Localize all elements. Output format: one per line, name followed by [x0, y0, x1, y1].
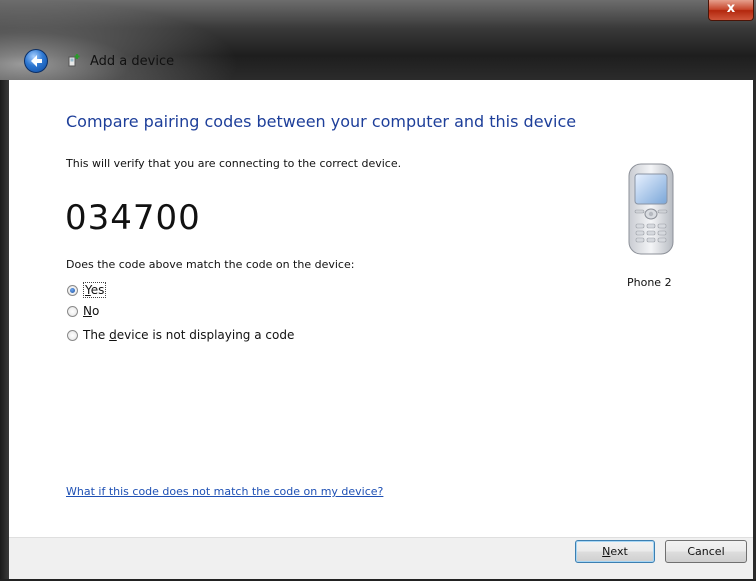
radio-yes[interactable]: Yes [67, 282, 107, 298]
page-heading: Compare pairing codes between your compu… [66, 112, 577, 131]
match-question: Does the code above match the code on th… [66, 258, 355, 271]
add-device-icon [68, 54, 80, 67]
description-text: This will verify that you are connecting… [66, 157, 402, 170]
cancel-button[interactable]: Cancel [665, 540, 747, 563]
pairing-code: 034700 [65, 198, 201, 238]
dialog-footer: Next Cancel [9, 537, 753, 580]
radio-button-selected[interactable] [67, 284, 78, 296]
radio-yes-label: Yes [83, 282, 107, 298]
radio-no[interactable]: No [67, 304, 99, 318]
mobile-phone-icon [628, 163, 674, 255]
radio-no-code[interactable]: The device is not displaying a code [67, 328, 294, 342]
dialog-content: Compare pairing codes between your compu… [9, 80, 753, 537]
back-button[interactable] [24, 49, 48, 73]
window-title: Add a device [90, 54, 175, 69]
radio-button[interactable] [67, 329, 78, 341]
device-name: Phone 2 [627, 276, 672, 289]
back-arrow-icon [31, 55, 42, 67]
next-button[interactable]: Next [575, 540, 655, 563]
radio-no-code-label: The device is not displaying a code [83, 328, 295, 342]
code-mismatch-help-link[interactable]: What if this code does not match the cod… [66, 485, 383, 498]
radio-button[interactable] [67, 305, 78, 317]
title-bar: x Add a device [0, 0, 756, 80]
add-device-window: x Add a device Compare pairing codes bet… [0, 0, 756, 581]
close-button[interactable]: x [708, 0, 754, 21]
radio-no-label: No [83, 304, 100, 318]
